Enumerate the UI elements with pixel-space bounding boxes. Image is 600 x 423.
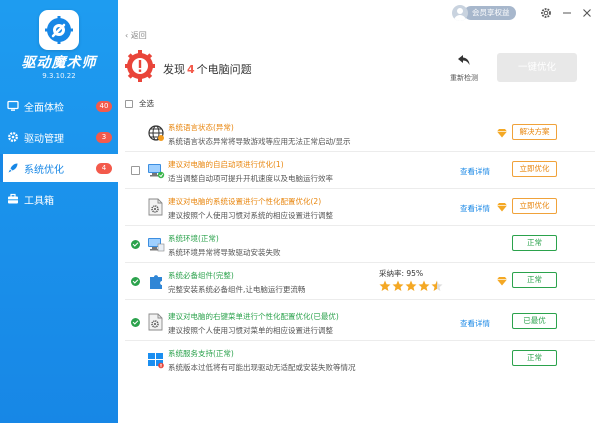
app-logo [39,10,79,50]
close-icon[interactable] [581,7,593,19]
settings-document-icon [147,312,165,332]
member-benefits-label[interactable]: 会员享权益 [464,5,516,20]
sidebar-item-label: 工具箱 [24,195,54,207]
app-title: 驱动魔术师 [21,55,97,71]
sidebar: 驱动魔术师 9.3.10.22 全面体检 40 驱动管理 3 系统优化 4 工具… [0,0,118,423]
item-title: 系统服务支持(正常) [168,349,234,358]
title-suffix: 个电脑问题 [196,63,252,76]
avatar[interactable] [452,4,468,21]
gear-icon [7,131,19,143]
item-description: 建议按照个人使用习惯对系统的相应设置进行调整 [168,211,333,220]
status-normal-button[interactable]: 正常 [512,235,557,251]
wrench-gear-logo-icon [45,16,73,44]
list-item: 系统必备组件(完整) 完整安装系统必备组件,让电脑运行更流畅 采纳率: 95% … [125,263,595,300]
sidebar-item-label: 驱动管理 [24,133,64,145]
monitor-icon [7,100,19,112]
select-all[interactable]: 全选 [125,98,154,109]
back-label: 返回 [130,31,147,40]
item-title: 建议对电脑的右键菜单进行个性化配置优化(已最优) [168,312,339,321]
optimize-now-button[interactable]: 立即优化 [512,198,557,214]
star-rating [379,280,444,292]
sidebar-item-toolbox[interactable]: 工具箱 [0,185,118,213]
issue-count-badge: 3 [96,131,112,143]
optimize-now-button[interactable]: 立即优化 [512,161,557,177]
item-description: 系统环境异常将导致驱动安装失败 [168,248,281,257]
select-all-label: 全选 [139,99,154,108]
star-full-icon [405,280,417,291]
rescan-button[interactable]: 重新检测 [444,54,484,83]
computer-startup-icon [147,160,165,180]
solution-button[interactable]: 解决方案 [512,124,557,140]
status-ok-icon [131,277,140,286]
adoption-rate: 采纳率: 95% [379,269,424,278]
optimal-button[interactable]: 已最优 [512,313,557,329]
member-benefits[interactable]: 会员享权益 [452,4,516,21]
list-item: 系统语言状态(异常) 系统语言状态异常将导致游戏等应用无法正常启动/显示 解决方… [125,115,595,152]
status-normal-button[interactable]: 正常 [512,350,557,366]
list-item: 建议对电脑的自启动项进行优化(1) 适当调整自动项可提升开机速度以及电脑运行效率… [125,152,595,189]
page-title: 发现 4 个电脑问题 [163,61,252,77]
sidebar-item-label: 全面体检 [24,102,64,114]
rocket-icon [7,162,19,174]
view-details-link[interactable]: 查看详情 [460,203,490,214]
optimize-all-button[interactable]: 一键优化 [497,53,577,82]
sidebar-item-full-checkup[interactable]: 全面体检 40 [0,92,118,120]
item-title: 系统语言状态(异常) [168,123,234,132]
view-details-link[interactable]: 查看详情 [460,166,490,177]
premium-diamond-icon [497,202,507,212]
issue-count: 4 [187,63,195,76]
title-bar: 会员享权益 [118,0,600,28]
minimize-icon[interactable] [561,7,573,19]
settings-document-icon [147,197,165,217]
rescan-label: 重新检测 [450,74,478,82]
list-item: 建议对电脑的系统设置进行个性化配置优化(2) 建议按照个人使用习惯对系统的相应设… [125,189,595,226]
item-description: 建议按照个人使用习惯对菜单的相应设置进行调整 [168,326,333,335]
rescan-arrow-icon [458,55,470,65]
item-title: 系统必备组件(完整) [168,271,234,280]
status-ok-icon [131,318,140,327]
item-description: 系统语言状态异常将导致游戏等应用无法正常启动/显示 [168,137,351,146]
puzzle-component-icon [147,271,165,291]
item-description: 适当调整自动项可提升开机速度以及电脑运行效率 [168,174,333,183]
windows-service-icon [147,349,165,369]
status-ok-icon [131,240,140,249]
select-all-checkbox[interactable] [125,99,133,108]
list-item: 建议对电脑的右键菜单进行个性化配置优化(已最优) 建议按照个人使用习惯对菜单的相… [125,304,595,341]
item-title: 建议对电脑的系统设置进行个性化配置优化(2) [168,197,322,206]
item-title: 系统环境(正常) [168,234,219,243]
sidebar-item-driver-management[interactable]: 驱动管理 3 [0,123,118,151]
star-full-icon [379,280,391,291]
list-item: 系统服务支持(正常) 系统版本过低将有可能出现驱动无适配或安装失败等情况 正常 [125,341,595,378]
sidebar-item-system-optimization[interactable]: 系统优化 4 [0,154,118,182]
issue-count-badge: 4 [96,162,112,174]
toolbox-icon [7,193,19,205]
app-version: 9.3.10.22 [42,72,76,80]
back-link[interactable]: ‹ 返回 [125,30,147,41]
premium-diamond-icon [497,276,507,286]
star-half-icon [431,280,443,291]
star-full-icon [392,280,404,291]
title-prefix: 发现 [163,63,185,76]
computer-environment-icon [147,234,165,254]
settings-gear-icon[interactable] [540,7,552,19]
sidebar-item-label: 系统优化 [24,164,64,176]
issue-count-badge: 40 [96,100,112,112]
star-full-icon [418,280,430,291]
list-item: 系统环境(正常) 系统环境异常将导致驱动安装失败 正常 [125,226,595,263]
status-normal-button[interactable]: 正常 [512,272,557,288]
item-title: 建议对电脑的自启动项进行优化(1) [168,160,284,169]
row-divider [125,299,595,300]
item-description: 系统版本过低将有可能出现驱动无适配或安装失败等情况 [168,363,356,372]
alert-gear-icon [125,50,155,82]
globe-settings-icon [147,123,165,143]
premium-diamond-icon [497,128,507,138]
row-checkbox[interactable] [131,166,140,175]
view-details-link[interactable]: 查看详情 [460,318,490,329]
item-description: 完整安装系统必备组件,让电脑运行更流畅 [168,285,306,294]
